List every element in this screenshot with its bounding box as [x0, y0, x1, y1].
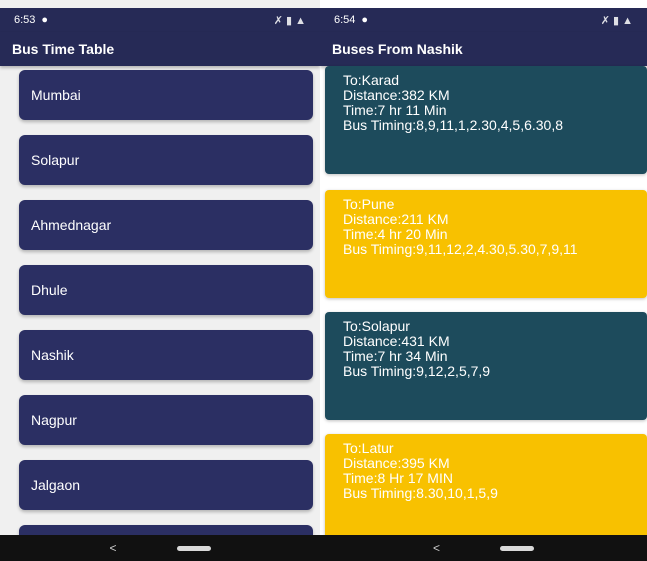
route-card-pune[interactable]: To:Pune Distance:211 KM Time:4 hr 20 Min… — [325, 190, 647, 298]
buses-from-nashik-screen: 6:54 ● ✗ ▮ ▲ Buses From Nashik To:Karad … — [320, 0, 647, 561]
status-bar: 6:54 ● ✗ ▮ ▲ — [320, 8, 647, 32]
status-bar: 6:53 ● ✗ ▮ ▲ — [0, 8, 320, 32]
page-title: Buses From Nashik — [332, 41, 463, 57]
city-label: Dhule — [31, 282, 68, 298]
status-icons: ✗ ▮ ▲ — [600, 14, 633, 27]
route-bus-timing: Bus Timing:8.30,10,1,5,9 — [343, 485, 498, 501]
route-destination: To:Karad — [343, 72, 400, 88]
route-distance: Distance:395 KM — [343, 455, 450, 471]
city-button-mumbai[interactable]: Mumbai — [19, 70, 313, 120]
navigation-bar: < — [320, 535, 647, 561]
route-time: Time:4 hr 20 Min — [343, 226, 448, 242]
route-distance: Distance:431 KM — [343, 333, 450, 349]
back-icon[interactable]: < — [433, 541, 440, 555]
notification-icon: ● — [41, 14, 49, 26]
city-label: Nagpur — [31, 412, 77, 428]
route-card-solapur[interactable]: To:Solapur Distance:431 KM Time:7 hr 34 … — [325, 312, 647, 420]
city-button-nashik[interactable]: Nashik — [19, 330, 313, 380]
page-title: Bus Time Table — [12, 41, 115, 57]
route-bus-timing: Bus Timing:8,9,11,1,2.30,4,5,6.30,8 — [343, 117, 564, 133]
home-pill-icon[interactable] — [500, 545, 534, 551]
status-icons: ✗ ▮ ▲ — [273, 14, 306, 27]
route-card-karad[interactable]: To:Karad Distance:382 KM Time:7 hr 11 Mi… — [325, 66, 647, 174]
bus-time-table-screen: 6:53 ● ✗ ▮ ▲ Bus Time Table Mumbai Solap… — [0, 0, 320, 561]
route-destination: To:Solapur — [343, 318, 410, 334]
route-card-latur[interactable]: To:Latur Distance:395 KM Time:8 Hr 17 MI… — [325, 434, 647, 542]
route-destination: To:Latur — [343, 440, 394, 456]
city-button-dhule[interactable]: Dhule — [19, 265, 313, 315]
status-time: 6:54 — [334, 14, 356, 26]
home-pill-icon[interactable] — [176, 545, 211, 551]
city-label: Mumbai — [31, 87, 81, 103]
route-distance: Distance:211 KM — [343, 211, 449, 227]
city-button-nagpur[interactable]: Nagpur — [19, 395, 313, 445]
route-time: Time:7 hr 11 Min — [343, 102, 447, 118]
back-icon[interactable]: < — [109, 541, 116, 555]
city-button-jalgaon[interactable]: Jalgaon — [19, 460, 313, 510]
navigation-bar: < — [0, 535, 320, 561]
route-bus-timing: Bus Timing:9,12,2,5,7,9 — [343, 363, 491, 379]
city-button-ahmednagar[interactable]: Ahmednagar — [19, 200, 313, 250]
status-time: 6:53 — [14, 14, 36, 26]
city-button-solapur[interactable]: Solapur — [19, 135, 313, 185]
city-label: Solapur — [31, 152, 80, 168]
route-time: Time:8 Hr 17 MIN — [343, 470, 453, 486]
app-bar: Bus Time Table — [0, 32, 320, 66]
city-label: Ahmednagar — [31, 217, 112, 233]
route-bus-timing: Bus Timing:9,11,12,2,4.30,5.30,7,9,11 — [343, 241, 578, 257]
route-distance: Distance:382 KM — [343, 87, 450, 103]
notification-icon: ● — [361, 14, 369, 26]
route-destination: To:Pune — [343, 196, 395, 212]
city-label: Jalgaon — [31, 477, 81, 493]
route-time: Time:7 hr 34 Min — [343, 348, 448, 364]
app-bar: Buses From Nashik — [320, 32, 647, 66]
city-label: Nashik — [31, 347, 74, 363]
